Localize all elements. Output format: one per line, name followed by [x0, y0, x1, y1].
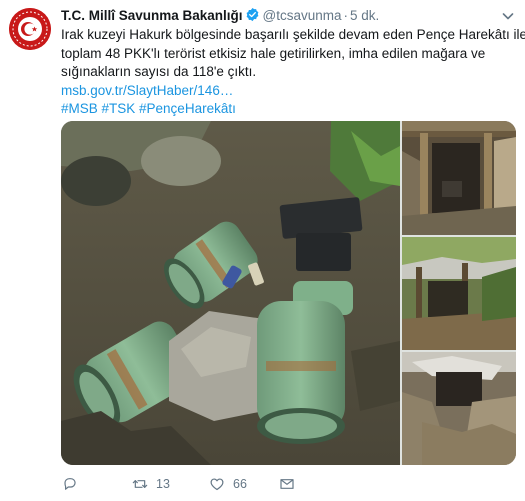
tweet-link[interactable]: msb.gov.tr/SlaytHaber/146… [61, 82, 516, 101]
separator-dot: · [343, 8, 349, 23]
reply-button[interactable] [62, 473, 78, 495]
tweet-actions: 13 66 [61, 473, 516, 495]
tweet-hashtags[interactable]: #MSB #TSK #PençeHarekâtı [61, 100, 516, 119]
verified-badge-icon [246, 7, 258, 22]
share-button[interactable] [279, 473, 295, 495]
like-count: 66 [233, 477, 247, 491]
tweet-text-line: Irak kuzeyi Hakurk bölgesinde başarılı ş… [61, 27, 525, 42]
share-icon [280, 479, 294, 489]
retweet-button[interactable]: 13 [132, 473, 170, 495]
media-photo-thumbnail[interactable] [402, 237, 516, 350]
msb-emblem-icon [9, 8, 51, 50]
author-handle[interactable]: @tcsavunma [263, 8, 342, 23]
media-grid [61, 121, 516, 465]
tweet: T.C. Millî Savunma Bakanlığı @tcsavunma · 5… [0, 0, 525, 501]
author-name[interactable]: T.C. Millî Savunma Bakanlığı [61, 8, 243, 23]
heart-icon [210, 478, 224, 491]
avatar[interactable] [9, 8, 51, 50]
tweet-text-line: sığınakların sayısı da 118'e çıktı. [61, 64, 257, 79]
tweet-text-line: toplam 48 PKK'lı terörist etkisiz hale g… [61, 45, 486, 61]
tweet-text: Irak kuzeyi Hakurk bölgesinde başarılı ş… [61, 26, 525, 119]
retweet-icon [132, 480, 148, 488]
media-photo-main[interactable] [61, 121, 400, 465]
like-button[interactable]: 66 [209, 473, 247, 495]
chevron-down-icon[interactable] [501, 9, 515, 23]
retweet-count: 13 [156, 477, 170, 491]
tweet-timestamp[interactable]: 5 dk. [350, 8, 379, 23]
media-photo-thumbnail[interactable] [402, 352, 516, 465]
media-photo-thumbnail[interactable] [402, 121, 516, 235]
tweet-header: T.C. Millî Savunma Bakanlığı @tcsavunma · 5… [61, 7, 379, 27]
reply-icon [64, 478, 76, 490]
